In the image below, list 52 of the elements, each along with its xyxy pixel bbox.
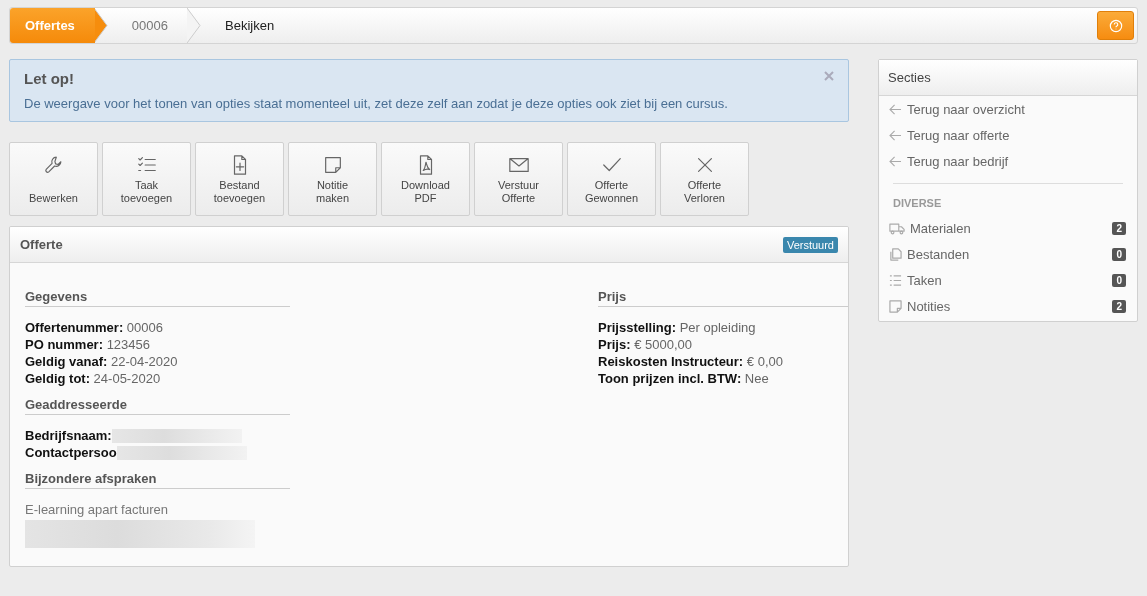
help-icon bbox=[1108, 18, 1123, 33]
group-heading: DIVERSE bbox=[893, 197, 942, 209]
note-button[interactable]: Notitie maken bbox=[288, 142, 377, 216]
arrow-left-icon bbox=[889, 129, 902, 141]
sidebar-item[interactable]: Taken 0 bbox=[879, 267, 1137, 293]
edit-button[interactable]: Bewerken bbox=[9, 142, 98, 216]
field-row-text: Geldig vanaf: 22-04-2020 bbox=[25, 353, 179, 370]
panel-title: Offerte bbox=[20, 237, 63, 252]
alert-message: De weergave voor het tonen van opties staat momenteel uit, zet deze zelf aan zodat je deze opties ook ziet bij een cursus. bbox=[24, 96, 729, 111]
count-badge: 2 bbox=[1112, 221, 1126, 235]
truck-icon bbox=[889, 221, 905, 235]
count-badge: 2 bbox=[1112, 299, 1126, 313]
task-button[interactable]: Taak toevoegen bbox=[102, 142, 191, 216]
field-row-text: Prijs: € 5000,00 bbox=[598, 336, 693, 353]
note-icon bbox=[889, 299, 902, 313]
close-icon[interactable] bbox=[824, 71, 834, 81]
arrow-left-icon bbox=[889, 155, 902, 167]
lost-button[interactable]: Offerte Verloren bbox=[660, 142, 749, 216]
help-button[interactable] bbox=[1097, 11, 1134, 40]
file-button[interactable]: Bestand toevoegen bbox=[195, 142, 284, 216]
back-link[interactable]: Terug naar offerte bbox=[879, 122, 1137, 148]
field-row-text: Offertenummer: 00006 bbox=[25, 319, 164, 336]
pdf-button[interactable]: Download PDF bbox=[381, 142, 470, 216]
section-heading: Gegevens bbox=[25, 289, 290, 307]
count-badge: 0 bbox=[1112, 273, 1126, 287]
back-link[interactable]: Terug naar overzicht bbox=[879, 96, 1137, 122]
section-heading: Geaddresseerde bbox=[25, 397, 290, 415]
section-heading: Bijzondere afspraken bbox=[25, 471, 290, 489]
sidebar-item[interactable]: Notities 2 bbox=[879, 293, 1137, 319]
field-row-text: Prijsstelling: Per opleiding bbox=[598, 319, 757, 336]
sidebar-title: Secties bbox=[888, 70, 931, 85]
breadcrumb-link[interactable]: 00006 bbox=[107, 8, 188, 43]
list-icon bbox=[889, 273, 902, 287]
current-page-label: Bekijken bbox=[224, 17, 276, 35]
note-text: E-learning apart facturen bbox=[25, 501, 170, 518]
alert-title: Let op! bbox=[24, 70, 74, 87]
copy-icon bbox=[889, 247, 902, 261]
count-badge: 0 bbox=[1112, 247, 1126, 261]
field-row-text: Reiskosten Instructeur: € 0,00 bbox=[598, 353, 784, 370]
field-label: Contactpersoo bbox=[25, 444, 117, 461]
field-row-text: PO nummer: 123456 bbox=[25, 336, 151, 353]
field-label: Bedrijfsnaam: bbox=[25, 427, 112, 444]
field-row-text: Toon prijzen incl. BTW: Nee bbox=[598, 370, 770, 387]
status-badge: Verstuurd bbox=[782, 236, 838, 253]
arrow-left-icon bbox=[889, 103, 902, 115]
back-link[interactable]: Terug naar bedrijf bbox=[879, 148, 1137, 174]
mail-button[interactable]: Verstuur Offerte bbox=[474, 142, 563, 216]
sidebar-item[interactable]: Bestanden 0 bbox=[879, 241, 1137, 267]
field-row-text: Geldig tot: 24-05-2020 bbox=[25, 370, 162, 387]
sidebar-item[interactable]: Materialen 2 bbox=[879, 215, 1137, 241]
won-button[interactable]: Offerte Gewonnen bbox=[567, 142, 656, 216]
section-heading: Prijs bbox=[598, 289, 848, 307]
